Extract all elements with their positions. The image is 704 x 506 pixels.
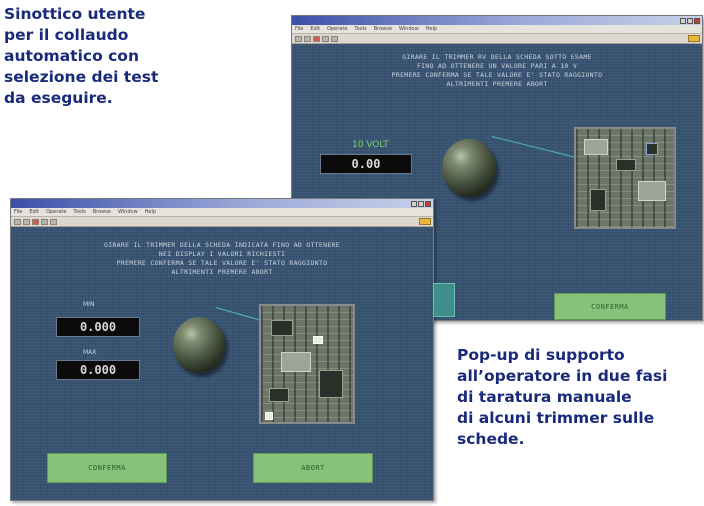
display-label-max: MAX [83, 349, 97, 356]
component [319, 370, 343, 398]
trimmer-knob-icon[interactable] [173, 317, 225, 373]
front-panel: GIRARE IL TRIMMER DELLA SCHEDA INDICATA … [11, 227, 433, 500]
menu-item[interactable]: Edit [29, 208, 39, 216]
menu-item[interactable]: Window [399, 25, 419, 33]
toolbar [11, 217, 433, 227]
instruction-text: GIRARE IL TRIMMER RV DELLA SCHEDA SOTTO … [391, 53, 603, 88]
maximize-button[interactable] [418, 200, 424, 207]
menu-item[interactable]: Browse [374, 25, 392, 33]
confirm-button[interactable]: CONFERMA [47, 453, 167, 483]
display-label-min: MIN [83, 301, 95, 308]
menu-item[interactable]: Tools [354, 25, 366, 33]
trimmer-marker [646, 143, 658, 155]
window-titlebar[interactable] [11, 199, 433, 208]
component [616, 159, 636, 171]
run-icon[interactable] [295, 35, 302, 42]
panel-corner-icon [433, 283, 455, 317]
toolbar [292, 34, 702, 44]
menu-bar: File Edit Operate Tools Browse Window He… [292, 25, 702, 34]
component [265, 412, 273, 420]
close-button[interactable] [425, 200, 431, 207]
stop-icon[interactable] [32, 218, 39, 225]
pause-icon[interactable] [41, 218, 48, 225]
component [281, 352, 311, 372]
component [584, 139, 608, 155]
window-titlebar[interactable] [292, 16, 702, 25]
pcb-photo [574, 127, 676, 229]
run-continuous-icon[interactable] [23, 218, 30, 225]
max-value-display: 0.000 [56, 360, 140, 380]
trimmer-knob-icon[interactable] [442, 139, 496, 197]
connector-line [491, 136, 580, 159]
component [269, 388, 289, 402]
menu-item[interactable]: Help [426, 25, 437, 33]
vi-icon [419, 218, 431, 225]
confirm-button[interactable]: CONFERMA [554, 293, 666, 320]
menu-item[interactable]: Edit [310, 25, 320, 33]
caption-user-synoptic: Sinottico utente per il collaudo automat… [4, 5, 159, 107]
instruction-text: GIRARE IL TRIMMER DELLA SCHEDA INDICATA … [104, 241, 340, 276]
menu-item[interactable]: Browse [93, 208, 111, 216]
component [590, 189, 606, 211]
voltage-display: 0.00 [320, 154, 412, 174]
menu-item[interactable]: Help [145, 208, 156, 216]
run-icon[interactable] [14, 218, 21, 225]
calibration-window-front: File Edit Operate Tools Browse Window He… [10, 198, 434, 501]
stop-icon[interactable] [313, 35, 320, 42]
component [638, 181, 666, 201]
component [313, 336, 323, 344]
vi-icon [688, 35, 700, 42]
pause-icon[interactable] [322, 35, 329, 42]
menu-item[interactable]: File [295, 25, 303, 33]
run-continuous-icon[interactable] [304, 35, 311, 42]
font-icon[interactable] [331, 35, 338, 42]
close-button[interactable] [694, 17, 700, 24]
font-icon[interactable] [50, 218, 57, 225]
minimize-button[interactable] [680, 17, 686, 24]
menu-item[interactable]: Window [118, 208, 138, 216]
pcb-photo [259, 304, 355, 424]
menu-bar: File Edit Operate Tools Browse Window He… [11, 208, 433, 217]
menu-item[interactable]: Operate [327, 25, 347, 33]
caption-popup-support: Pop-up di supporto all’operatore in due … [457, 346, 668, 448]
maximize-button[interactable] [687, 17, 693, 24]
abort-button[interactable]: ABORT [253, 453, 373, 483]
minimize-button[interactable] [411, 200, 417, 207]
menu-item[interactable]: Tools [73, 208, 85, 216]
menu-item[interactable]: Operate [46, 208, 66, 216]
component [271, 320, 293, 336]
menu-item[interactable]: File [14, 208, 22, 216]
min-value-display: 0.000 [56, 317, 140, 337]
readout-label: 10 VOLT [352, 140, 389, 150]
